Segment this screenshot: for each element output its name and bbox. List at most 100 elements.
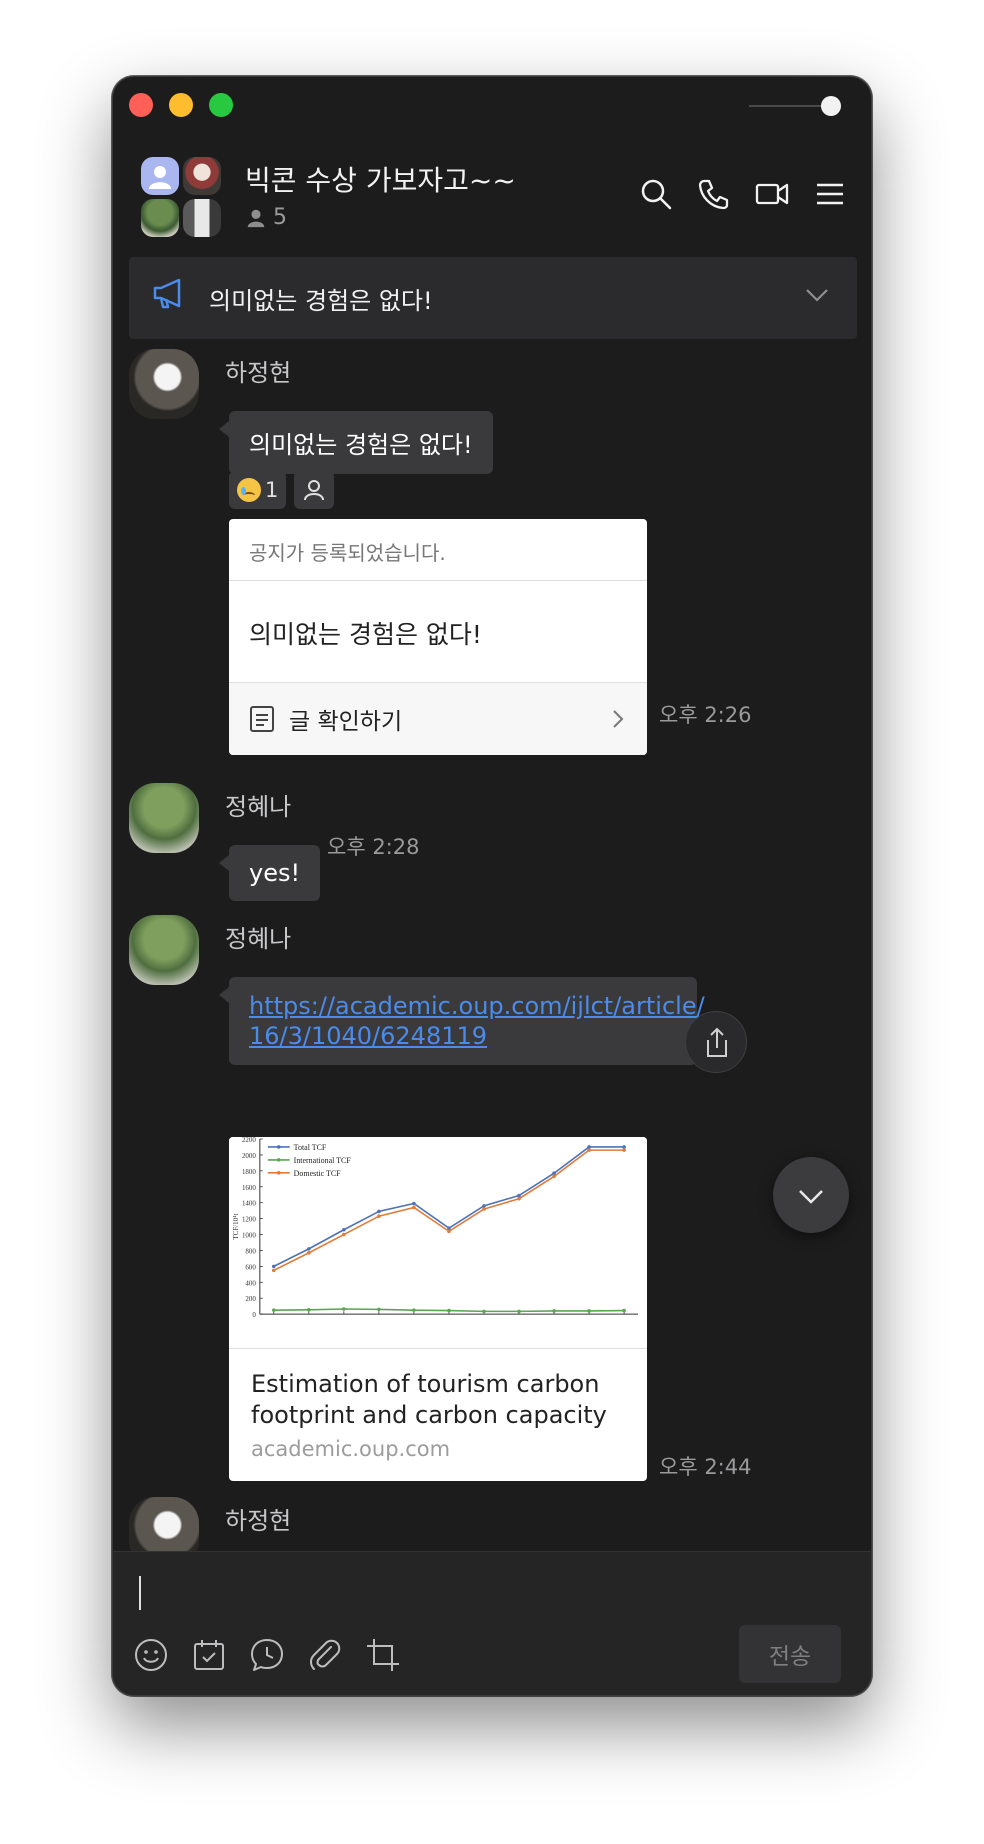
chart-point (342, 1232, 346, 1237)
scroll-to-bottom-button[interactable] (773, 1157, 849, 1233)
reaction-readers-button[interactable] (294, 471, 335, 509)
video-icon[interactable] (755, 177, 789, 211)
chevron-down-icon (799, 1190, 823, 1204)
chart-legend-label: Total TCF (294, 1143, 327, 1152)
member-count[interactable]: 5 (245, 205, 287, 230)
member-avatar (183, 157, 221, 195)
view-post-button[interactable]: 글 확인하기 (229, 683, 647, 755)
chart-point (482, 1204, 486, 1208)
chart-legend-label: International TCF (294, 1156, 352, 1165)
chart-point (271, 1308, 276, 1312)
chevron-down-icon[interactable] (803, 281, 831, 309)
sad-face-icon (237, 478, 261, 502)
emoji-icon[interactable] (133, 1637, 169, 1673)
chart-y-tick-label: 400 (245, 1279, 256, 1287)
sender-name: 하정현 (225, 359, 292, 387)
chart-y-tick-label: 2200 (242, 1137, 256, 1144)
sender-name: 정혜나 (225, 793, 292, 821)
chat-header: 빅콘 수상 가보자고~~ 5 (113, 149, 871, 249)
chart-point (377, 1307, 381, 1312)
chart-legend-marker (276, 1158, 281, 1162)
paperclip-icon[interactable] (307, 1637, 343, 1673)
message-time: 오후 2:26 (659, 703, 752, 727)
chart-point (587, 1309, 591, 1313)
chart-point (447, 1226, 451, 1230)
search-icon[interactable] (639, 177, 673, 211)
megaphone-icon (153, 278, 181, 309)
chart-point (482, 1309, 486, 1314)
chat-window: 빅콘 수상 가보자고~~ 5 의미없는 경험은 없다! 하정현 의미없는 경험은… (112, 76, 872, 1696)
member-avatar (141, 199, 179, 237)
link-preview-title: Estimation of tourism carbon footprint an… (251, 1370, 607, 1429)
window-controls (129, 93, 233, 117)
chart-point (412, 1205, 416, 1210)
opacity-slider[interactable] (749, 96, 841, 116)
menu-icon[interactable] (813, 177, 847, 211)
member-avatar (141, 157, 179, 195)
minimize-window-button[interactable] (169, 93, 193, 117)
pinned-notice-text: 의미없는 경험은 없다! (209, 287, 433, 315)
chart-point (587, 1148, 591, 1152)
preview-chart-image: 2200200018001600140012001000800600400200… (229, 1137, 647, 1349)
avatar[interactable] (129, 915, 199, 985)
chart-y-tick-label: 1800 (242, 1168, 256, 1176)
reaction-count: 1 (265, 478, 279, 502)
send-button[interactable]: 전송 (739, 1625, 841, 1683)
chart-point (307, 1251, 311, 1255)
chart-y-tick-label: 1600 (242, 1184, 256, 1192)
avatar[interactable] (129, 349, 199, 419)
member-avatar (183, 199, 221, 237)
zoom-window-button[interactable] (209, 93, 233, 117)
chart-legend-label: Domestic TCF (294, 1169, 341, 1178)
chart-point (622, 1145, 626, 1149)
group-avatar[interactable] (141, 157, 223, 239)
avatar[interactable] (129, 1497, 199, 1551)
phone-icon[interactable] (697, 177, 731, 211)
chat-clock-icon[interactable] (249, 1637, 285, 1673)
chart-point (271, 1264, 276, 1269)
opacity-slider-knob[interactable] (821, 96, 841, 116)
notice-card-header: 공지가 등록되었습니다. (229, 519, 647, 581)
chart-y-tick-label: 2000 (242, 1152, 256, 1160)
chart-y-tick-label: 1000 (242, 1232, 256, 1240)
link-preview-domain: academic.oup.com (251, 1437, 451, 1461)
message-time: 오후 2:44 (659, 1455, 752, 1479)
pinned-notice-bar[interactable]: 의미없는 경험은 없다! (129, 257, 857, 339)
chart-point (412, 1308, 416, 1312)
chart-point (517, 1309, 521, 1314)
chart-point (552, 1174, 556, 1179)
chart-y-axis-label: TCF/10⁴t (232, 1214, 240, 1240)
message-link[interactable]: https://academic.oup.com/ijlct/article/1… (249, 992, 705, 1050)
message-bubble[interactable]: yes! (218, 845, 321, 901)
sender-name: 정혜나 (225, 925, 292, 953)
composer-toolbar: 전송 (113, 1551, 871, 1695)
notice-card-body: 의미없는 경험은 없다! (229, 581, 647, 683)
share-button[interactable] (685, 1011, 747, 1073)
chart-point (587, 1145, 591, 1149)
chart-point (377, 1214, 381, 1219)
chart-point (517, 1193, 521, 1198)
chart-y-tick-label: 1400 (242, 1200, 256, 1208)
chart-point (447, 1229, 451, 1234)
chart-legend-marker (276, 1145, 281, 1149)
message-bubble[interactable]: 의미없는 경험은 없다! (219, 411, 493, 474)
close-window-button[interactable] (129, 93, 153, 117)
link-preview-card[interactable]: 2200 2000 1800 1600 1400 1200 1000 800 600 400 200… (229, 1137, 647, 1481)
chevron-right-icon (613, 710, 624, 728)
person-icon (247, 209, 265, 227)
member-count-value: 5 (273, 205, 287, 230)
header-actions (639, 177, 847, 211)
avatar[interactable] (129, 783, 199, 853)
chart-y-tick-label: 600 (245, 1263, 256, 1271)
chart-point (307, 1307, 311, 1312)
chart-y-tick-label: 200 (245, 1295, 256, 1303)
message-list[interactable]: 하정현 의미없는 경험은 없다! 1 공지가 등록되었습니다. 의미없는 경험은… (113, 341, 871, 1551)
notice-card[interactable]: 공지가 등록되었습니다. 의미없는 경험은 없다! 글 확인하기 (229, 519, 647, 755)
share-icon (707, 1027, 727, 1057)
chart-point (412, 1201, 416, 1206)
link-message-bubble: https://academic.oup.com/ijlct/article/1… (219, 977, 705, 1065)
crop-icon[interactable] (365, 1637, 401, 1673)
reaction-chip[interactable]: 1 (229, 471, 287, 509)
calendar-check-icon[interactable] (191, 1637, 227, 1673)
chart-point (271, 1268, 276, 1273)
